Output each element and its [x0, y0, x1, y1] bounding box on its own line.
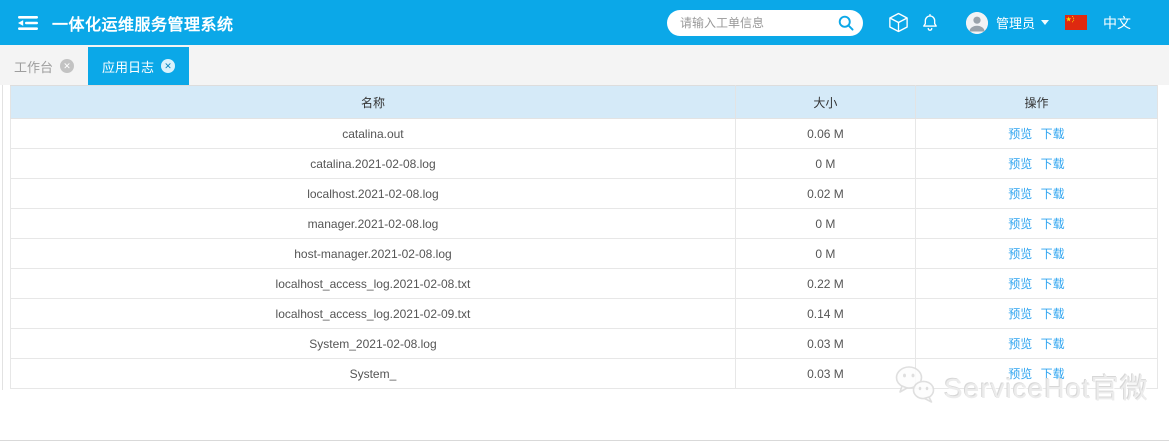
download-link[interactable]: 下载 — [1041, 307, 1065, 321]
file-actions-cell: 预览 下载 — [915, 359, 1157, 389]
table-row: catalina.out 0.06 M 预览 下载 — [11, 119, 1158, 149]
tab-bar: 工作台 ✕ 应用日志 ✕ — [0, 45, 1169, 85]
table-row: manager.2021-02-08.log 0 M 预览 下载 — [11, 209, 1158, 239]
file-size-cell: 0.22 M — [735, 269, 915, 299]
preview-link[interactable]: 预览 — [1008, 277, 1032, 291]
table-row: localhost_access_log.2021-02-09.txt 0.14… — [11, 299, 1158, 329]
cube-icon[interactable] — [887, 11, 910, 34]
search-icon[interactable] — [837, 14, 855, 32]
download-link[interactable]: 下载 — [1041, 247, 1065, 261]
table-row: System_ 0.03 M 预览 下载 — [11, 359, 1158, 389]
column-header-operation: 操作 — [915, 86, 1157, 119]
search-box — [667, 10, 863, 36]
preview-link[interactable]: 预览 — [1008, 157, 1032, 171]
notification-bell-icon[interactable] — [920, 12, 940, 33]
flag-china-icon[interactable] — [1065, 15, 1087, 30]
chevron-down-icon[interactable] — [1041, 20, 1049, 25]
file-name-cell: localhost.2021-02-08.log — [11, 179, 736, 209]
table-row: catalina.2021-02-08.log 0 M 预览 下载 — [11, 149, 1158, 179]
language-switch[interactable]: 中文 — [1103, 13, 1131, 33]
file-actions-cell: 预览 下载 — [915, 329, 1157, 359]
file-size-cell: 0 M — [735, 149, 915, 179]
preview-link[interactable]: 预览 — [1008, 127, 1032, 141]
file-name-cell: System_ — [11, 359, 736, 389]
app-title: 一体化运维服务管理系统 — [52, 11, 234, 35]
preview-link[interactable]: 预览 — [1008, 367, 1032, 381]
file-size-cell: 0 M — [735, 209, 915, 239]
table-row: localhost_access_log.2021-02-08.txt 0.22… — [11, 269, 1158, 299]
log-file-table: 名称 大小 操作 catalina.out 0.06 M 预览 下载 catal… — [10, 85, 1158, 389]
file-actions-cell: 预览 下载 — [915, 239, 1157, 269]
column-header-size: 大小 — [735, 86, 915, 119]
download-link[interactable]: 下载 — [1041, 277, 1065, 291]
preview-link[interactable]: 预览 — [1008, 217, 1032, 231]
preview-link[interactable]: 预览 — [1008, 307, 1032, 321]
download-link[interactable]: 下载 — [1041, 367, 1065, 381]
preview-link[interactable]: 预览 — [1008, 187, 1032, 201]
tab-workbench-label: 工作台 — [14, 57, 53, 76]
file-name-cell: localhost_access_log.2021-02-09.txt — [11, 299, 736, 329]
file-size-cell: 0.14 M — [735, 299, 915, 329]
content-area: 名称 大小 操作 catalina.out 0.06 M 预览 下载 catal… — [0, 85, 1169, 389]
preview-link[interactable]: 预览 — [1008, 247, 1032, 261]
file-actions-cell: 预览 下载 — [915, 119, 1157, 149]
file-size-cell: 0.03 M — [735, 329, 915, 359]
file-name-cell: localhost_access_log.2021-02-08.txt — [11, 269, 736, 299]
search-input[interactable] — [680, 16, 837, 30]
download-link[interactable]: 下载 — [1041, 187, 1065, 201]
file-size-cell: 0.02 M — [735, 179, 915, 209]
tab-app-logs[interactable]: 应用日志 ✕ — [88, 47, 189, 85]
column-header-name: 名称 — [11, 86, 736, 119]
file-actions-cell: 预览 下载 — [915, 209, 1157, 239]
file-actions-cell: 预览 下载 — [915, 149, 1157, 179]
file-actions-cell: 预览 下载 — [915, 179, 1157, 209]
table-row: host-manager.2021-02-08.log 0 M 预览 下载 — [11, 239, 1158, 269]
download-link[interactable]: 下载 — [1041, 157, 1065, 171]
file-actions-cell: 预览 下载 — [915, 269, 1157, 299]
file-name-cell: catalina.2021-02-08.log — [11, 149, 736, 179]
tab-app-logs-close-icon[interactable]: ✕ — [161, 59, 175, 73]
file-name-cell: catalina.out — [11, 119, 736, 149]
file-name-cell: manager.2021-02-08.log — [11, 209, 736, 239]
collapse-menu-icon[interactable] — [18, 14, 40, 32]
download-link[interactable]: 下载 — [1041, 337, 1065, 351]
download-link[interactable]: 下载 — [1041, 217, 1065, 231]
table-row: localhost.2021-02-08.log 0.02 M 预览 下载 — [11, 179, 1158, 209]
table-row: System_2021-02-08.log 0.03 M 预览 下载 — [11, 329, 1158, 359]
tab-workbench-close-icon[interactable]: ✕ — [60, 59, 74, 73]
download-link[interactable]: 下载 — [1041, 127, 1065, 141]
preview-link[interactable]: 预览 — [1008, 337, 1032, 351]
tab-app-logs-label: 应用日志 — [102, 57, 154, 76]
log-table-body: catalina.out 0.06 M 预览 下载 catalina.2021-… — [11, 119, 1158, 389]
file-size-cell: 0 M — [735, 239, 915, 269]
table-header-row: 名称 大小 操作 — [11, 86, 1158, 119]
file-size-cell: 0.03 M — [735, 359, 915, 389]
file-name-cell: host-manager.2021-02-08.log — [11, 239, 736, 269]
file-size-cell: 0.06 M — [735, 119, 915, 149]
file-name-cell: System_2021-02-08.log — [11, 329, 736, 359]
file-actions-cell: 预览 下载 — [915, 299, 1157, 329]
app-header: 一体化运维服务管理系统 管理员 — [0, 0, 1169, 45]
tab-workbench[interactable]: 工作台 ✕ — [0, 47, 88, 85]
user-name[interactable]: 管理员 — [996, 13, 1035, 32]
content-left-border — [2, 85, 3, 390]
user-avatar[interactable] — [966, 12, 988, 34]
